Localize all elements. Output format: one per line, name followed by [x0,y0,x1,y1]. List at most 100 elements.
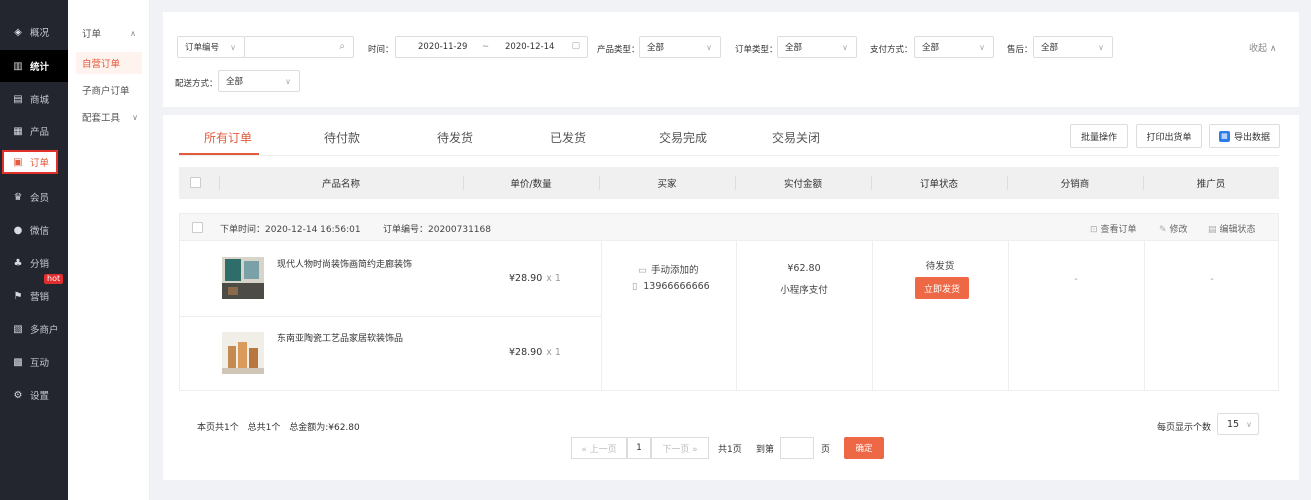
prev-page-button[interactable]: « 上一页 [571,437,627,459]
chart-icon: ▥ [13,60,23,72]
interact-icon: ▩ [13,356,23,368]
hot-badge: hot [44,274,64,284]
order-body: 现代人物时尚装饰画简约走廊装饰 ¥28.90 x 1 东南亚陶瓷工艺品家居软装饰品… [179,241,1279,391]
edit-order-link[interactable]: ✎ 修改 [1159,222,1188,235]
order-status: 待发货 [925,261,955,272]
sidebar-item-interaction[interactable]: ▩ 互动 [0,346,68,378]
tab-pending-shipment[interactable]: 待发货 [437,129,473,146]
delivery-select[interactable]: 全部 ∨ [218,70,300,92]
paid-amount: ¥62.80 [787,263,821,274]
sidebar-item-settings[interactable]: ⚙ 设置 [0,379,68,411]
goto-label: 到第 [756,444,775,455]
edit-status-link[interactable]: ▤ 编辑状态 [1208,222,1256,235]
tab-all-orders[interactable]: 所有订单 [204,129,252,146]
print-shipping-button[interactable]: 打印出货单 [1136,124,1202,148]
after-sale-label: 售后： [1007,45,1033,55]
col-buyer: 买家 [657,179,677,190]
order-type-value: 全部 [785,43,803,53]
pay-method-label: 支付方式： [870,45,913,55]
contact-card-icon: ▭ [638,265,647,276]
batch-operation-button[interactable]: 批量操作 [1070,124,1128,148]
submenu-group-orders[interactable]: 订单 ∧ [68,22,150,44]
select-all-checkbox[interactable] [190,177,201,188]
product-thumbnail[interactable] [222,332,264,374]
sidebar-item-label: 设置 [30,391,50,402]
order-header: 下单时间：2020-12-14 16:56:01 订单编号：2020073116… [179,213,1279,241]
product-name[interactable]: 现代人物时尚装饰画简约走廊装饰 [277,257,412,270]
product-price: ¥28.90 x 1 [509,273,561,284]
product-type-label: 产品类型： [597,45,640,55]
col-promoter: 推广员 [1196,179,1226,190]
sidebar-item-orders[interactable]: ▣ 订单 [2,150,58,174]
next-page-button[interactable]: 下一页 » [651,437,709,459]
unit-price: ¥28.90 [509,273,543,284]
distributor-value: - [1074,274,1078,285]
per-page-label: 每页显示个数 [1157,423,1212,433]
table-header: 产品名称 单价/数量 买家 实付金额 订单状态 分销商 推广员 [179,167,1279,199]
total-amount: 总金额为:¥62.80 [289,423,360,433]
quantity: x 1 [546,347,561,358]
order-number: 订单编号：20200731168 [383,225,491,235]
per-page-value: 15 [1227,418,1240,430]
per-page-select[interactable]: 15 ∨ [1217,413,1259,435]
order-no-type-select[interactable]: 订单编号 ∨ [177,36,245,58]
users-icon: ♣ [13,257,23,269]
tab-completed[interactable]: 交易完成 [659,129,707,146]
cell-divider [1144,241,1145,390]
order-type-select[interactable]: 全部 ∨ [777,36,857,58]
chevron-down-icon: ∨ [1098,42,1104,52]
pay-method-select[interactable]: 全部 ∨ [914,36,994,58]
tab-shipped[interactable]: 已发货 [550,129,586,146]
edit-order-label: 修改 [1169,225,1188,235]
main-sidebar: ◈ 概况 ▥ 统计 ▤ 商城 ▦ 产品 ▣ 订单 ♛ 会员 ● 微信 ♣ 分销 ⚑ 营销 hot ▧ 多商户 ▩ 互动 ⚙ 设置 [0,0,68,500]
settings-icon: ⚙ [13,389,23,401]
product-type-select[interactable]: 全部 ∨ [639,36,721,58]
active-tab-indicator [179,153,259,155]
submenu-item-label: 配套工具 [82,113,121,124]
product-name[interactable]: 东南亚陶瓷工艺品家居软装饰品 [277,331,403,344]
buyer-phone-text: 13966666666 [643,281,710,292]
submenu-item-sub-merchant-orders[interactable]: 子商户订单 [68,79,150,101]
sidebar-item-wechat[interactable]: ● 微信 [0,214,68,246]
sidebar-item-overview[interactable]: ◈ 概况 [0,16,68,48]
shop-icon: ▤ [13,93,23,105]
sidebar-item-multi-merchant[interactable]: ▧ 多商户 [0,313,68,345]
product-price: ¥28.90 x 1 [509,347,561,358]
order-checkbox[interactable] [192,222,203,233]
tab-pending-payment[interactable]: 待付款 [324,129,360,146]
tab-closed[interactable]: 交易关闭 [772,129,820,146]
after-sale-select[interactable]: 全部 ∨ [1033,36,1113,58]
sidebar-item-marketing[interactable]: ⚑ 营销 hot [0,274,68,312]
order-time: 下单时间：2020-12-14 16:56:01 [220,225,361,235]
total-pages: 共1页 [718,444,742,455]
date-end: 2020-12-14 [505,42,555,52]
product-thumbnail[interactable] [222,257,264,299]
collapse-filters-button[interactable]: 收起 ∧ [1249,41,1276,54]
goto-page-input[interactable] [780,437,814,459]
sidebar-item-stats[interactable]: ▥ 统计 [0,50,68,82]
order-no-input[interactable]: ⌕ [244,36,354,58]
ship-now-button[interactable]: 立即发货 [915,277,969,299]
col-order-status: 订单状态 [919,179,958,190]
export-data-button[interactable]: ▦ 导出数据 [1209,124,1280,148]
grid-icon: ▦ [13,125,23,137]
sidebar-item-label: 商城 [30,95,50,106]
sidebar-item-products[interactable]: ▦ 产品 [0,115,68,147]
sidebar-item-label: 会员 [30,193,50,204]
tabs-divider [179,155,1279,156]
date-range-input[interactable]: 2020-11-29 ~ 2020-12-14 ▢ [395,36,588,58]
goto-confirm-button[interactable]: 确定 [844,437,884,459]
sidebar-item-mall[interactable]: ▤ 商城 [0,83,68,115]
submenu-item-self-orders[interactable]: 自营订单 [76,52,142,74]
wechat-icon: ● [13,224,23,236]
pay-channel: 小程序支付 [780,285,828,296]
page-number-1[interactable]: 1 [627,437,651,459]
submenu-item-tools[interactable]: 配套工具 ∨ [68,106,150,128]
product-divider [180,316,601,317]
status-icon: ▤ [1208,225,1217,235]
sidebar-item-members[interactable]: ♛ 会员 [0,181,68,213]
sidebar-item-label: 统计 [30,62,50,73]
sub-menu: 订单 ∧ 自营订单 子商户订单 配套工具 ∨ [68,0,150,500]
orders-panel: 所有订单 待付款 待发货 已发货 交易完成 交易关闭 批量操作 打印出货单 ▦ … [163,115,1299,480]
view-order-link[interactable]: ⊡ 查看订单 [1090,222,1137,235]
